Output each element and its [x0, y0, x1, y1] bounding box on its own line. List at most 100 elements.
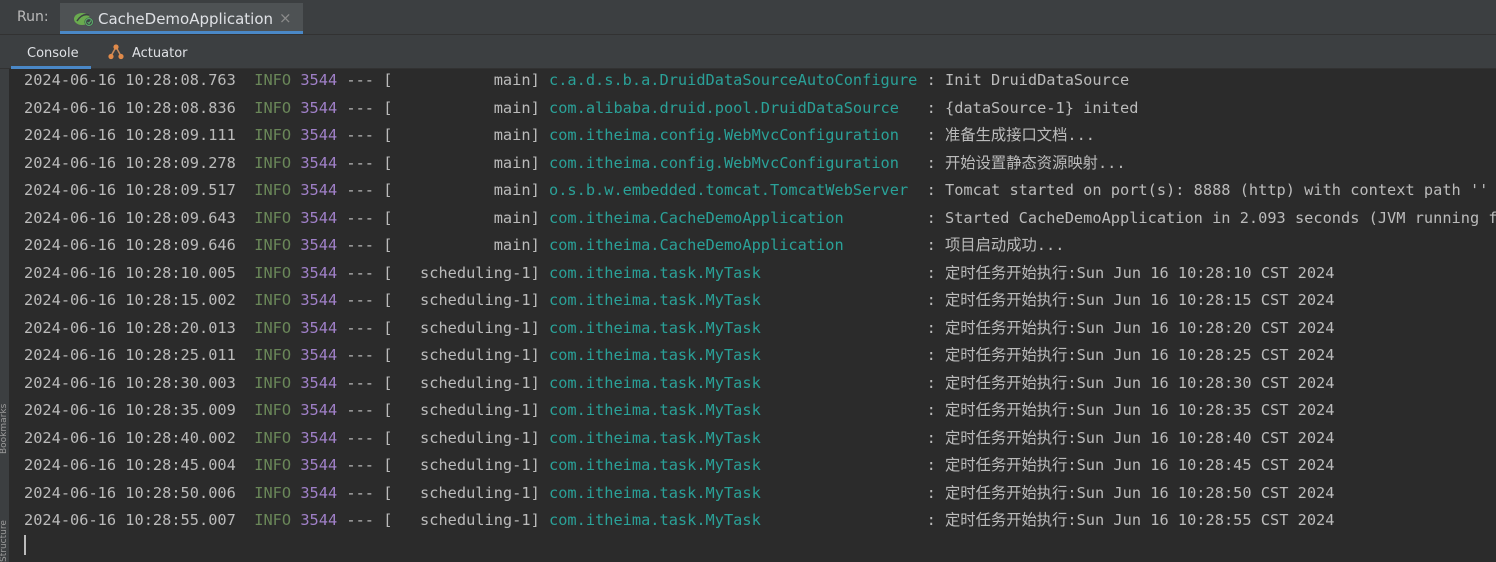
- tab-actuator-label: Actuator: [132, 46, 188, 61]
- log-line: 2024-06-16 10:28:40.002 INFO 3544 --- [ …: [24, 427, 1334, 449]
- log-logger: com.itheima.task.MyTask: [548, 373, 918, 392]
- log-line: 2024-06-16 10:28:08.836 INFO 3544 --- [ …: [24, 97, 1138, 119]
- log-thread: scheduling-1]: [392, 401, 549, 419]
- log-message: : Tomcat started on port(s): 8888 (http)…: [917, 181, 1489, 199]
- log-line: 2024-06-16 10:28:15.002 INFO 3544 --- [ …: [24, 289, 1334, 311]
- log-message: : 定时任务开始执行:Sun Jun 16 10:28:25 CST 2024: [917, 346, 1335, 364]
- log-thread: main]: [392, 153, 549, 172]
- log-timestamp: 2024-06-16 10:28:50.006: [24, 483, 236, 502]
- log-thread: main]: [392, 181, 549, 199]
- log-timestamp: 2024-06-16 10:28:09.517: [24, 181, 236, 199]
- text-caret: [24, 535, 26, 555]
- log-timestamp: 2024-06-16 10:28:25.011: [24, 346, 236, 364]
- log-separator: --- [: [337, 373, 393, 392]
- log-logger: com.itheima.task.MyTask: [548, 346, 918, 364]
- log-separator: --- [: [337, 318, 393, 337]
- log-line: 2024-06-16 10:28:45.004 INFO 3544 --- [ …: [24, 454, 1334, 476]
- close-icon[interactable]: ×: [279, 9, 292, 27]
- log-logger: com.itheima.CacheDemoApplication: [548, 208, 918, 227]
- log-logger: com.itheima.task.MyTask: [548, 456, 918, 474]
- log-line: 2024-06-16 10:28:09.646 INFO 3544 --- [ …: [24, 234, 1064, 256]
- log-logger: com.itheima.task.MyTask: [548, 401, 918, 419]
- log-separator: --- [: [337, 483, 393, 502]
- log-message: : 定时任务开始执行:Sun Jun 16 10:28:30 CST 2024: [917, 373, 1335, 392]
- tab-console[interactable]: Console: [11, 35, 91, 69]
- log-timestamp: 2024-06-16 10:28:35.009: [24, 401, 236, 419]
- log-level: INFO: [254, 373, 292, 392]
- log-pid: 3544: [300, 98, 338, 117]
- log-line: 2024-06-16 10:28:55.007 INFO 3544 --- [ …: [24, 509, 1334, 531]
- log-timestamp: 2024-06-16 10:28:40.002: [24, 428, 236, 447]
- log-level: INFO: [254, 236, 292, 254]
- log-message: : 定时任务开始执行:Sun Jun 16 10:28:55 CST 2024: [917, 511, 1335, 529]
- log-separator: --- [: [337, 181, 393, 199]
- log-level: INFO: [254, 428, 292, 447]
- log-pid: 3544: [300, 373, 338, 392]
- log-thread: scheduling-1]: [392, 263, 549, 282]
- log-thread: scheduling-1]: [392, 511, 549, 529]
- tab-actuator[interactable]: Actuator: [104, 35, 199, 69]
- log-level: INFO: [254, 456, 292, 474]
- run-tab-cache-demo-application[interactable]: CacheDemoApplication ×: [60, 3, 303, 34]
- run-tab-label: CacheDemoApplication: [98, 10, 274, 28]
- log-thread: main]: [392, 71, 549, 89]
- log-thread: scheduling-1]: [392, 483, 549, 502]
- log-separator: --- [: [337, 153, 393, 172]
- log-logger: com.itheima.task.MyTask: [548, 511, 918, 529]
- log-separator: --- [: [337, 263, 393, 282]
- log-line: 2024-06-16 10:28:09.111 INFO 3544 --- [ …: [24, 124, 1095, 146]
- log-level: INFO: [254, 263, 292, 282]
- log-pid: 3544: [300, 401, 338, 419]
- tab-console-label: Console: [27, 46, 79, 61]
- log-thread: main]: [392, 126, 549, 144]
- log-message: : 项目启动成功...: [917, 236, 1065, 254]
- log-pid: 3544: [300, 126, 338, 144]
- log-separator: --- [: [337, 511, 393, 529]
- log-pid: 3544: [300, 181, 338, 199]
- log-level: INFO: [254, 153, 292, 172]
- log-logger: com.itheima.config.WebMvcConfiguration: [548, 126, 918, 144]
- log-pid: 3544: [300, 208, 338, 227]
- log-pid: 3544: [300, 511, 338, 529]
- log-line: 2024-06-16 10:28:08.763 INFO 3544 --- [ …: [24, 69, 1129, 91]
- actuator-icon: [108, 44, 124, 60]
- log-level: INFO: [254, 483, 292, 502]
- log-message: : 准备生成接口文档...: [917, 126, 1096, 144]
- console-tabs-bar: Console Actuator: [0, 35, 1496, 69]
- log-thread: scheduling-1]: [392, 291, 549, 309]
- log-logger: com.alibaba.druid.pool.DruidDataSource: [548, 98, 918, 117]
- log-level: INFO: [254, 126, 292, 144]
- log-message: : 定时任务开始执行:Sun Jun 16 10:28:50 CST 2024: [917, 483, 1335, 502]
- log-pid: 3544: [300, 236, 338, 254]
- log-logger: com.itheima.task.MyTask: [548, 291, 918, 309]
- log-line: 2024-06-16 10:28:20.013 INFO 3544 --- [ …: [24, 317, 1334, 339]
- log-line: 2024-06-16 10:28:09.517 INFO 3544 --- [ …: [24, 179, 1488, 201]
- log-separator: --- [: [337, 236, 393, 254]
- log-line: 2024-06-16 10:28:50.006 INFO 3544 --- [ …: [24, 482, 1334, 504]
- log-pid: 3544: [300, 153, 338, 172]
- log-timestamp: 2024-06-16 10:28:15.002: [24, 291, 236, 309]
- log-logger: com.itheima.CacheDemoApplication: [548, 236, 918, 254]
- log-timestamp: 2024-06-16 10:28:08.763: [24, 71, 236, 89]
- log-line: 2024-06-16 10:28:09.278 INFO 3544 --- [ …: [24, 152, 1126, 174]
- log-message: : 定时任务开始执行:Sun Jun 16 10:28:20 CST 2024: [917, 318, 1335, 337]
- log-timestamp: 2024-06-16 10:28:10.005: [24, 263, 236, 282]
- log-logger: com.itheima.config.WebMvcConfiguration: [548, 153, 918, 172]
- log-separator: --- [: [337, 71, 393, 89]
- log-line: 2024-06-16 10:28:25.011 INFO 3544 --- [ …: [24, 344, 1334, 366]
- log-timestamp: 2024-06-16 10:28:08.836: [24, 98, 236, 117]
- log-timestamp: 2024-06-16 10:28:20.013: [24, 318, 236, 337]
- log-message: : 定时任务开始执行:Sun Jun 16 10:28:35 CST 2024: [917, 401, 1335, 419]
- log-thread: scheduling-1]: [392, 428, 549, 447]
- log-thread: scheduling-1]: [392, 373, 549, 392]
- log-thread: scheduling-1]: [392, 346, 549, 364]
- run-toolbar: Run: CacheDemoApplication ×: [0, 0, 1496, 35]
- log-line: 2024-06-16 10:28:09.643 INFO 3544 --- [ …: [24, 207, 1496, 229]
- log-logger: com.itheima.task.MyTask: [548, 318, 918, 337]
- log-level: INFO: [254, 318, 292, 337]
- log-message: : 定时任务开始执行:Sun Jun 16 10:28:15 CST 2024: [917, 291, 1335, 309]
- log-message: : {dataSource-1} inited: [917, 98, 1139, 117]
- log-timestamp: 2024-06-16 10:28:30.003: [24, 373, 236, 392]
- log-logger: c.a.d.s.b.a.DruidDataSourceAutoConfigure: [548, 71, 918, 89]
- console-output[interactable]: 2024-06-16 10:28:08.763 INFO 3544 --- [ …: [9, 69, 1496, 562]
